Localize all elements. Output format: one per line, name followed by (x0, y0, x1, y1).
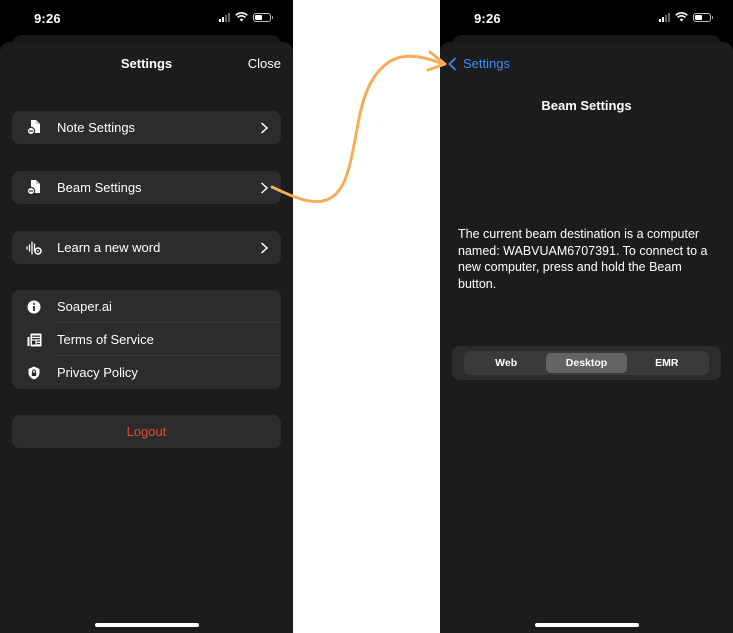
battery-icon (693, 12, 713, 22)
beam-settings-card: Beam Settings (12, 171, 281, 204)
close-button[interactable]: Close (248, 56, 281, 71)
back-button[interactable]: Settings (448, 56, 510, 71)
link-privacy-policy[interactable]: Privacy Policy (12, 356, 281, 389)
status-time: 9:26 (474, 11, 501, 26)
newspaper-icon (26, 332, 42, 348)
note-settings-card: Note Settings (12, 111, 281, 144)
beam-settings-screen: 9:26 Settings Beam Settings The current … (440, 0, 733, 633)
logout-button[interactable]: Logout (12, 415, 281, 448)
home-indicator (94, 623, 199, 627)
cellular-signal-icon (219, 12, 230, 22)
chevron-right-icon (260, 121, 269, 134)
chevron-left-icon (448, 56, 457, 71)
status-time: 9:26 (34, 11, 61, 26)
cellular-signal-icon (659, 12, 670, 22)
link-terms-of-service[interactable]: Terms of Service (12, 323, 281, 356)
status-bar: 9:26 (440, 0, 733, 36)
document-badge-icon (26, 180, 42, 196)
segment-emr[interactable]: EMR (627, 353, 707, 373)
home-indicator (534, 623, 639, 627)
chevron-right-icon (260, 181, 269, 194)
learn-word-card: Learn a new word (12, 231, 281, 264)
battery-icon (253, 12, 273, 22)
info-links-group: Soaper.ai Terms of Service Privacy Polic… (12, 290, 281, 389)
arrow-curve (270, 54, 445, 204)
menu-item-learn-word[interactable]: Learn a new word (12, 231, 281, 264)
segment-web[interactable]: Web (466, 353, 546, 373)
destination-segment-card: Web Desktop EMR (452, 346, 721, 380)
back-label: Settings (463, 56, 510, 71)
menu-item-note-settings[interactable]: Note Settings (12, 111, 281, 144)
page-title: Beam Settings (541, 98, 632, 113)
wifi-icon (675, 12, 688, 22)
beam-settings-sheet: Settings Beam Settings The current beam … (440, 42, 733, 633)
status-bar: 9:26 (0, 0, 293, 36)
lock-shield-icon (26, 365, 42, 381)
segment-desktop[interactable]: Desktop (546, 353, 627, 373)
waveform-gear-icon (26, 240, 42, 256)
menu-item-beam-settings[interactable]: Beam Settings (12, 171, 281, 204)
wifi-icon (235, 12, 248, 22)
settings-sheet: Settings Close Note Settings Beam Settin… (0, 42, 293, 633)
destination-segmented-control: Web Desktop EMR (464, 351, 709, 375)
chevron-right-icon (260, 241, 269, 254)
settings-screen: 9:26 Settings Close Note Settings Beam S… (0, 0, 293, 633)
document-badge-icon (26, 120, 42, 136)
info-circle-icon (26, 299, 42, 315)
beam-destination-description: The current beam destination is a comput… (458, 227, 708, 291)
link-soaper-ai[interactable]: Soaper.ai (12, 290, 281, 323)
